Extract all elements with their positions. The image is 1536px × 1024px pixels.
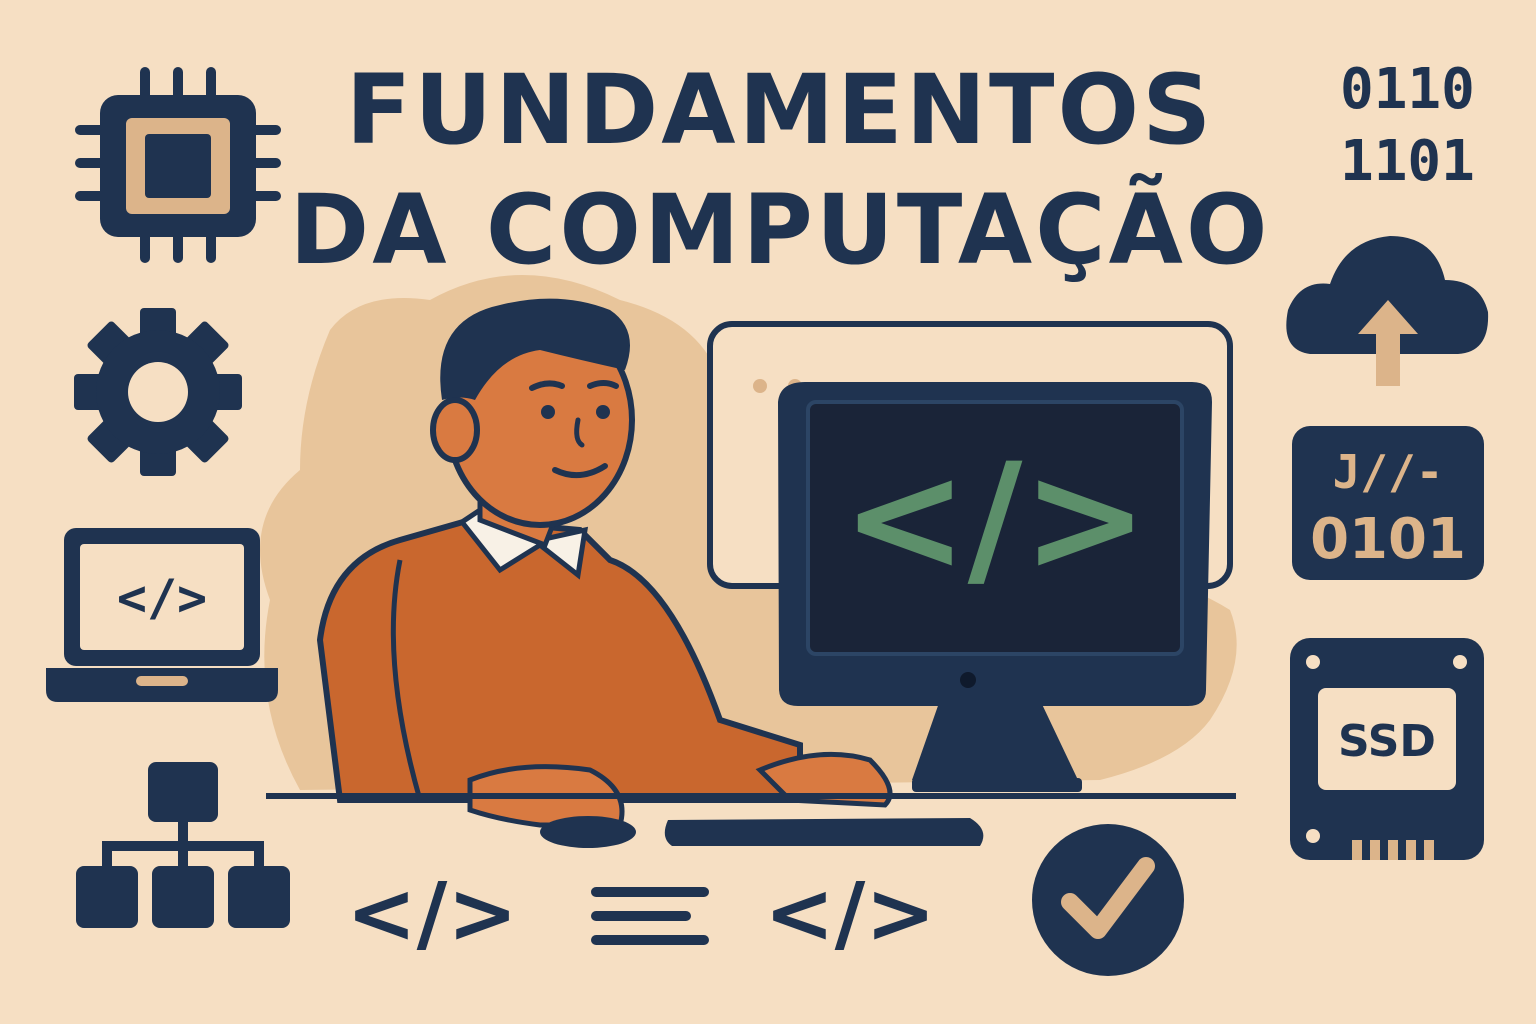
text-lines-icon: [591, 887, 709, 945]
binary-top-line-1: 0110: [1340, 57, 1475, 122]
binary-top-line-2: 1101: [1340, 129, 1475, 194]
binary-panel-glyphs: J//-: [1333, 445, 1444, 499]
gear-icon: [74, 308, 242, 476]
code-icon: </>: [346, 864, 517, 962]
ssd-icon: SSD: [1290, 638, 1484, 860]
keyboard: [664, 818, 984, 846]
binary-panel-icon: J//- 0101: [1292, 426, 1484, 580]
title-line-2: DA COMPUTAÇÃO: [289, 174, 1271, 286]
laptop-code-symbol: </>: [117, 569, 207, 627]
binary-panel-bits: 0101: [1310, 507, 1466, 572]
laptop-icon: </>: [46, 528, 278, 702]
ssd-label: SSD: [1338, 716, 1436, 767]
illustration-scene: </> </> J//- 0101 SSD </> </> FUNDAMENTO…: [0, 0, 1536, 1024]
title-line-1: FUNDAMENTOS: [345, 54, 1215, 166]
checkmark-icon: [1032, 824, 1184, 976]
code-icon: </>: [764, 864, 935, 962]
monitor-code-symbol: </>: [842, 432, 1148, 606]
network-hierarchy-icon: [76, 762, 290, 928]
